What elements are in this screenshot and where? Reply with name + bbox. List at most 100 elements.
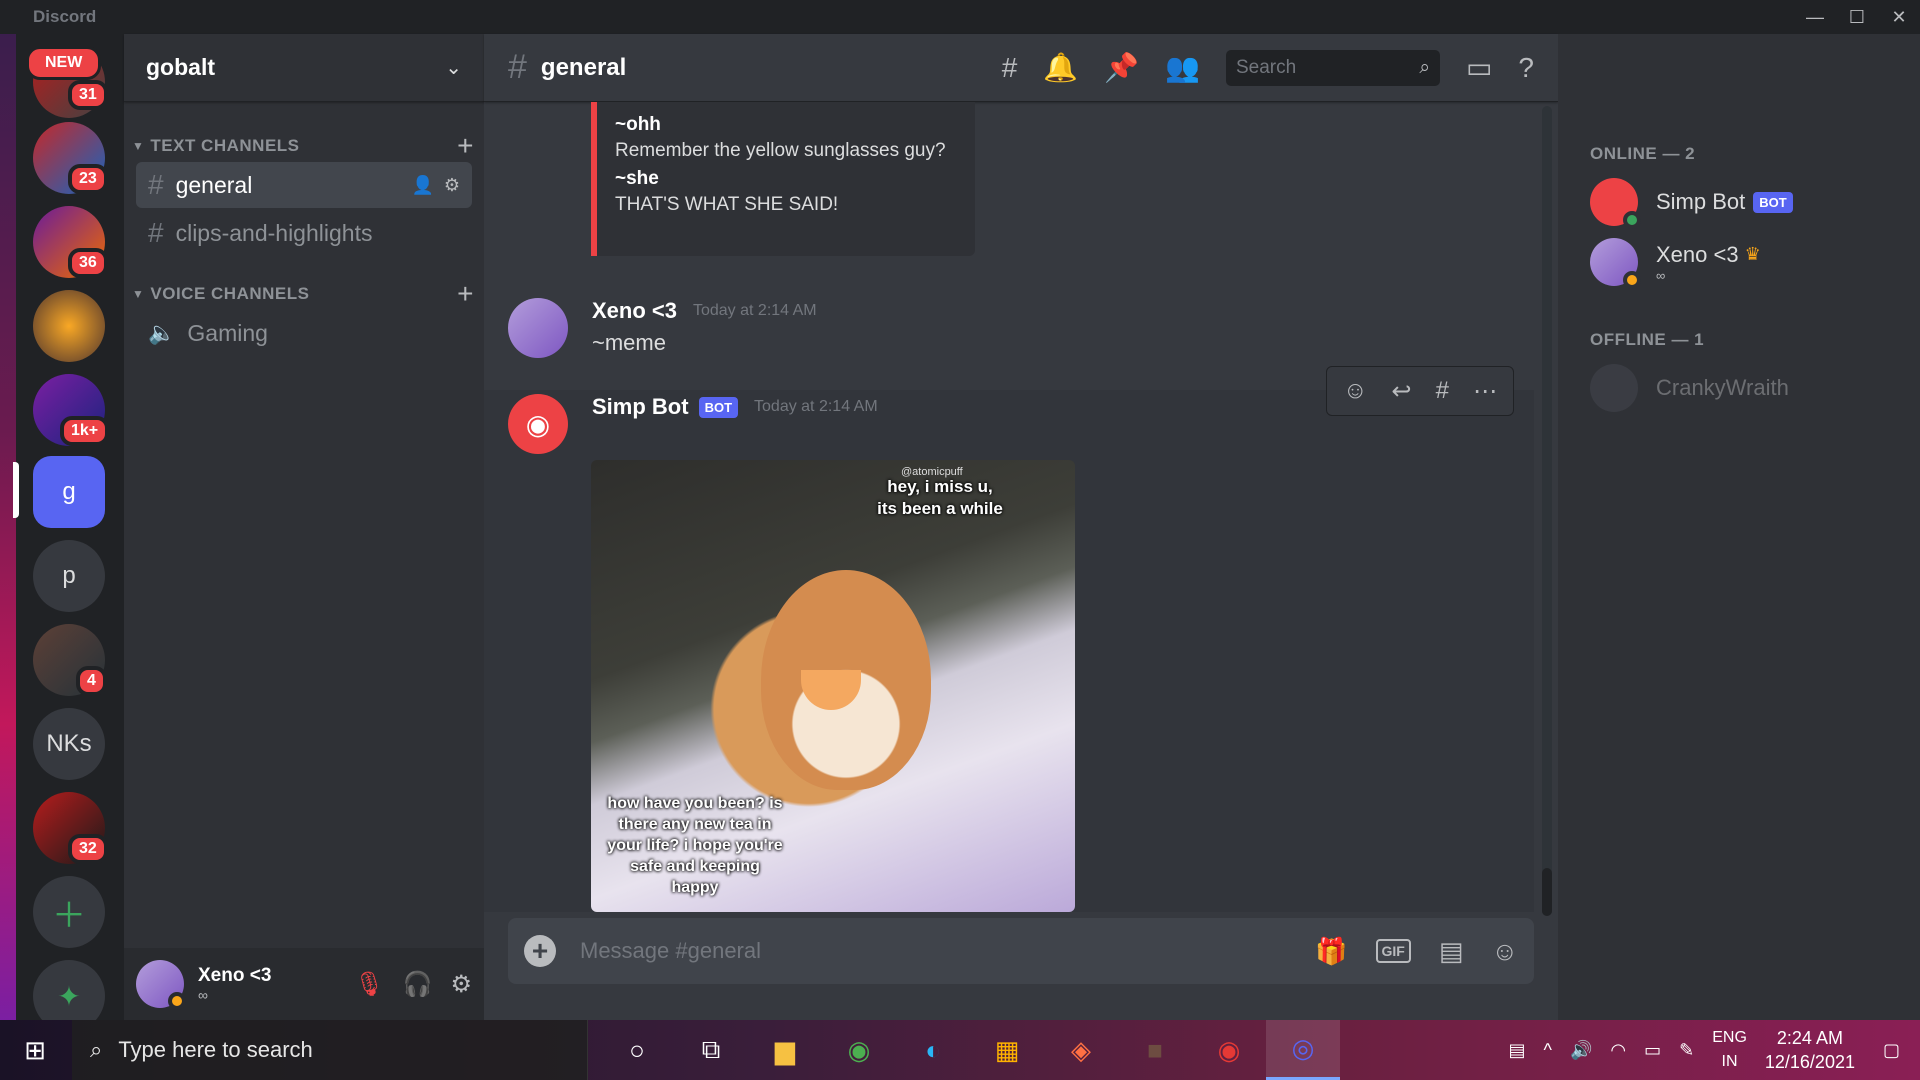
channel-general[interactable]: # general 👤 ⚙ <box>136 162 472 208</box>
gif-icon[interactable]: GIF <box>1375 939 1411 963</box>
server-rail: NEW 31 23 36 1k+ g p 4 NKs 32 ＋ ✦ <box>0 34 124 1032</box>
message-list: ~ohh Remember the yellow sunglasses guy?… <box>484 102 1558 912</box>
server-icon-nks[interactable]: NKs <box>33 708 105 780</box>
file-explorer-icon[interactable]: ▆ <box>748 1020 822 1080</box>
guild-header[interactable]: gobalt ⌄ <box>124 34 484 102</box>
add-channel-icon[interactable]: + <box>457 278 474 310</box>
speaker-icon: 🔈 <box>148 320 176 345</box>
discord-app-icon[interactable]: ◎ <box>1266 1020 1340 1080</box>
task-view-icon[interactable]: ⧉ <box>674 1020 748 1080</box>
search-icon: ⌕ <box>90 1037 103 1062</box>
add-channel-icon[interactable]: + <box>457 130 474 162</box>
news-icon[interactable]: ▤ <box>1509 1040 1526 1061</box>
member-name: CrankyWraith <box>1656 375 1789 400</box>
invite-icon[interactable]: 👤 <box>411 175 433 196</box>
bell-icon[interactable]: 🔔 <box>1043 51 1078 84</box>
scrollbar-thumb[interactable] <box>1542 868 1552 916</box>
maximize-icon[interactable]: ☐ <box>1836 0 1878 34</box>
mention-badge: 36 <box>68 248 108 278</box>
title-bar: Discord — ☐ ✕ <box>0 0 1920 34</box>
gear-icon[interactable]: ⚙ <box>450 970 472 999</box>
pin-icon[interactable]: 📌 <box>1104 51 1139 84</box>
idle-status-icon <box>1623 271 1641 289</box>
message-input[interactable] <box>580 938 1316 964</box>
channel-label: clips-and-highlights <box>175 219 373 246</box>
minecraft-icon[interactable]: ■ <box>1118 1020 1192 1080</box>
member-simp-bot[interactable]: Simp Bot BOT <box>1590 174 1888 230</box>
username: Xeno <3 <box>198 965 272 986</box>
gear-icon[interactable]: ⚙ <box>444 175 460 196</box>
add-server-button[interactable]: ＋ <box>33 876 105 948</box>
member-list-icon[interactable]: 👥 <box>1165 51 1200 84</box>
avatar <box>1590 238 1641 289</box>
notification-icon[interactable]: ▢ <box>1883 1040 1900 1061</box>
battery-icon[interactable]: ▭ <box>1644 1040 1661 1061</box>
member-name: Simp Bot <box>1656 189 1746 214</box>
bot-embed: ~ohh Remember the yellow sunglasses guy?… <box>591 102 975 256</box>
text-channels-category[interactable]: ▼ TEXT CHANNELS + <box>124 130 484 162</box>
message-timestamp: Today at 2:14 AM <box>692 302 817 319</box>
upload-plus-icon[interactable]: + <box>524 935 556 967</box>
mention-badge: 31 <box>68 80 108 110</box>
mention-badge: 4 <box>76 666 107 696</box>
member-list: ONLINE — 2 Simp Bot BOT Xeno <3 ♛ ∞ OFFL… <box>1558 34 1920 1020</box>
message-text: ~meme <box>592 330 666 355</box>
taskbar-search[interactable]: ⌕ Type here to search <box>72 1020 588 1080</box>
mute-mic-icon[interactable]: 🎙 <box>354 970 384 999</box>
avatar[interactable] <box>508 298 568 358</box>
volume-icon[interactable]: 🔊 <box>1570 1040 1592 1061</box>
emoji-icon[interactable]: ☺ <box>1491 936 1518 967</box>
message-author[interactable]: Simp Bot <box>592 394 689 420</box>
window-controls: — ☐ ✕ <box>1794 0 1920 34</box>
language-indicator[interactable]: ENG IN <box>1712 1026 1747 1074</box>
voice-channels-category[interactable]: ▼ VOICE CHANNELS + <box>124 278 484 310</box>
message-timestamp: Today at 2:14 AM <box>754 398 878 415</box>
pen-icon[interactable]: ✎ <box>1679 1040 1694 1061</box>
meme-image[interactable]: @atomicpuff hey, i miss u, its been a wh… <box>591 460 1075 912</box>
mention-badge: 23 <box>68 164 108 194</box>
wifi-icon[interactable]: ◠ <box>1610 1040 1626 1061</box>
member-crankywraith[interactable]: CrankyWraith <box>1590 360 1888 416</box>
cortana-icon[interactable]: ○ <box>600 1020 674 1080</box>
clock-date: 12/16/2021 <box>1764 1052 1855 1072</box>
member-status-text: ∞ <box>1656 267 1666 283</box>
user-status-text: ∞ <box>198 987 208 1003</box>
server-icon-4[interactable] <box>33 290 105 362</box>
search-placeholder: Search <box>1235 56 1297 78</box>
threads-icon[interactable]: # <box>1002 52 1018 84</box>
channel-gaming[interactable]: 🔈 Gaming <box>136 310 472 356</box>
gift-icon[interactable]: 🎁 <box>1315 936 1347 967</box>
minimize-icon[interactable]: — <box>1794 0 1836 34</box>
embed-field-value: THAT'S WHAT SHE SAID! <box>615 194 839 215</box>
server-icon-p[interactable]: p <box>33 540 105 612</box>
channel-clips-and-highlights[interactable]: # clips-and-highlights <box>136 210 472 256</box>
discord-bot-avatar[interactable]: ◉ <box>508 394 568 454</box>
chrome-icon[interactable]: ◉ <box>822 1020 896 1080</box>
channel-sidebar: gobalt ⌄ ▼ TEXT CHANNELS + # general 👤 ⚙… <box>124 34 484 1020</box>
chat-scrollbar[interactable] <box>1542 106 1552 916</box>
sticker-icon[interactable]: ▤ <box>1439 936 1464 967</box>
clock[interactable]: 2:24 AM 12/16/2021 <box>1765 1026 1855 1074</box>
crown-icon: ♛ <box>1744 244 1761 264</box>
search-input[interactable]: Search ⌕ <box>1225 49 1440 86</box>
server-icon-g[interactable]: g <box>33 456 105 528</box>
message-author[interactable]: Xeno <3 <box>592 298 677 324</box>
avatar[interactable] <box>136 960 186 1010</box>
help-icon[interactable]: ? <box>1518 52 1534 84</box>
chevron-up-icon[interactable]: ^ <box>1544 1040 1552 1061</box>
close-icon[interactable]: ✕ <box>1878 0 1920 34</box>
guild-name: gobalt <box>146 54 215 80</box>
chrome-profile-icon[interactable]: ◉ <box>1192 1020 1266 1080</box>
member-xeno[interactable]: Xeno <3 ♛ ∞ <box>1590 234 1888 290</box>
online-group-header: ONLINE — 2 <box>1590 144 1696 163</box>
embed-field-name: ~ohh <box>615 114 661 135</box>
brave-icon[interactable]: ◈ <box>1044 1020 1118 1080</box>
edge-icon[interactable]: ◐ <box>896 1020 970 1080</box>
deafen-icon[interactable]: 🎧 <box>403 970 433 999</box>
inbox-icon[interactable]: ▭ <box>1466 51 1492 84</box>
chevron-down-icon[interactable]: ⌄ <box>445 55 462 80</box>
embed-field-name: ~she <box>615 168 659 189</box>
store-icon[interactable]: ▦ <box>970 1020 1044 1080</box>
channel-label: Gaming <box>187 319 268 346</box>
windows-start-icon[interactable]: ⊞ <box>0 1020 70 1080</box>
